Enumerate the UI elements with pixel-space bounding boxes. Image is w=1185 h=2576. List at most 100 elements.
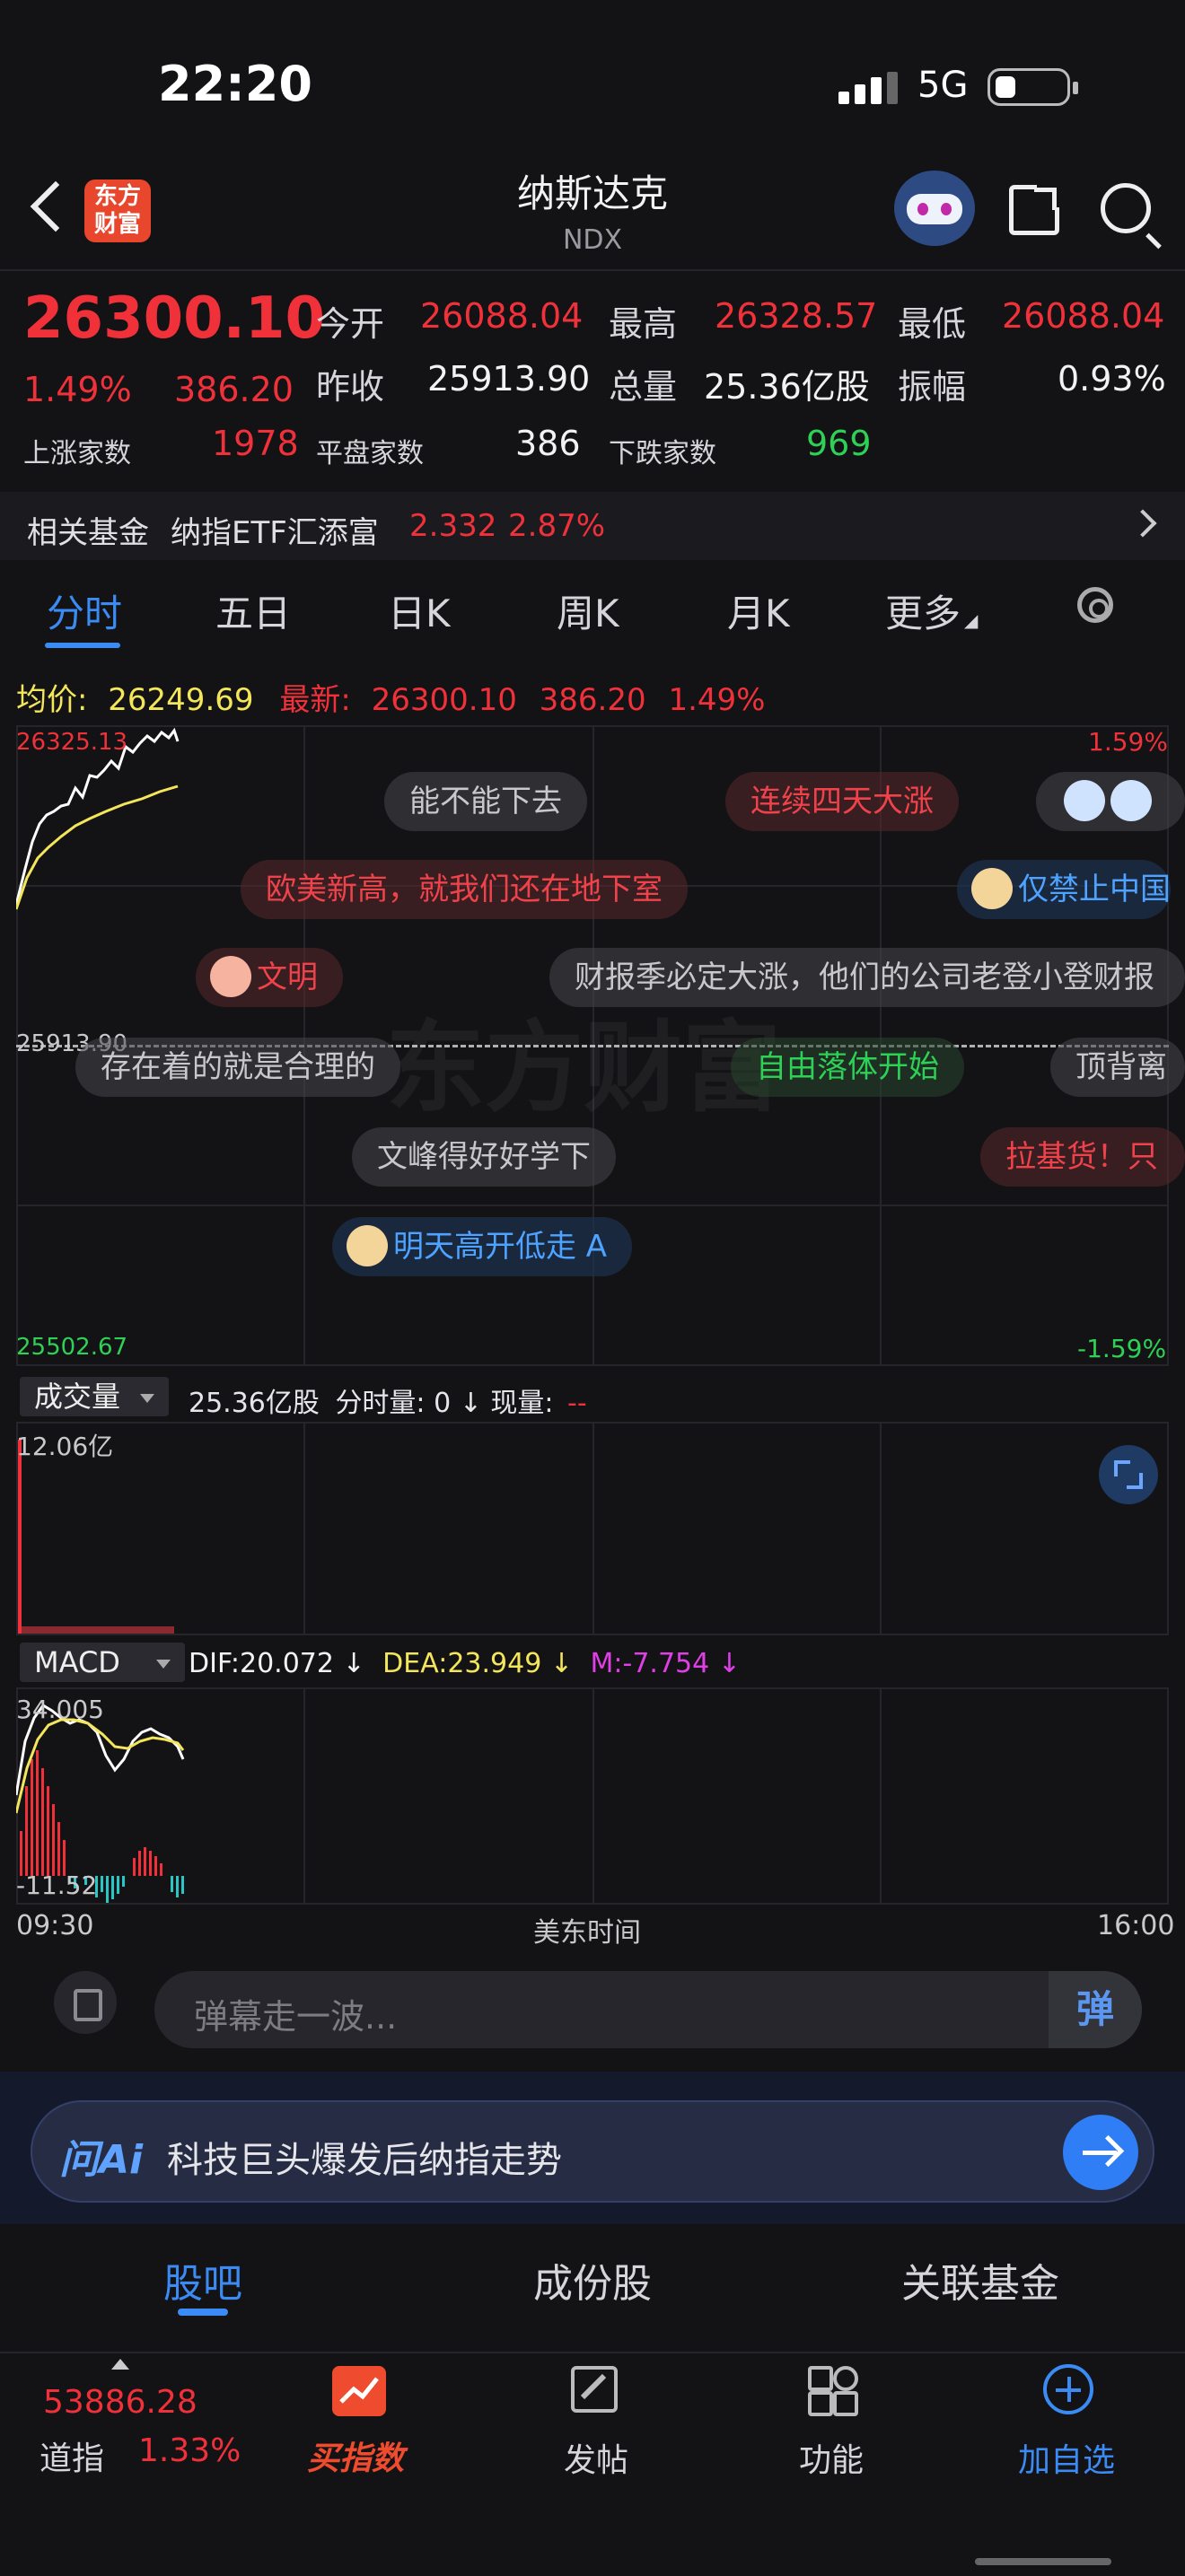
avg-price-value: 26249.69	[108, 682, 254, 718]
dow-label[interactable]: 道指	[40, 2432, 104, 2479]
add-watchlist-label[interactable]: 加自选	[1018, 2434, 1115, 2481]
down-count-label: 下跌家数	[609, 438, 716, 469]
danmaku-item[interactable]: 存在着的就是合理的	[75, 1038, 400, 1097]
volume-label: 总量	[609, 367, 678, 407]
index-code: NDX	[562, 224, 623, 256]
post-label[interactable]: 发帖	[564, 2434, 628, 2481]
latest-change: 386.20	[539, 682, 646, 718]
danmu-settings-icon[interactable]	[54, 1971, 117, 2034]
tab-monthly-k[interactable]: 月K	[727, 583, 790, 638]
danmaku-item[interactable]: 仅禁止中国	[957, 860, 1171, 919]
up-count: 1978	[212, 424, 299, 463]
related-fund-label: 相关基金	[27, 515, 149, 551]
subtab-related-funds[interactable]: 关联基金	[901, 2251, 1059, 2309]
header-divider	[0, 269, 1185, 271]
danmaku-item[interactable]: 明天高开低走 A	[332, 1217, 633, 1276]
danmu-input[interactable]: 弹幕走一波...	[154, 1971, 1142, 2048]
flat-count: 386	[515, 424, 581, 463]
up-count-label: 上涨家数	[23, 438, 131, 469]
indicator-select-macd[interactable]: MACD	[20, 1643, 185, 1682]
latest-label: 最新:	[279, 682, 351, 718]
macd-dif: DIF:20.072	[189, 1648, 334, 1679]
prev-close-label: 昨收	[316, 367, 385, 407]
danmaku-item[interactable]: 欧美新高，就我们还在地下室	[241, 860, 688, 919]
volume-y-max: 12.06亿	[16, 1432, 114, 1461]
macd-chart[interactable]	[16, 1687, 1169, 1905]
low-value: 26088.04	[1002, 296, 1165, 336]
battery-icon	[988, 68, 1078, 106]
volume-chart[interactable]	[16, 1422, 1169, 1635]
time-end: 16:00	[1097, 1910, 1175, 1941]
gear-icon[interactable]	[1077, 587, 1113, 623]
danmaku-item[interactable]: 连续四天大涨	[725, 772, 959, 831]
tab-five-day[interactable]: 五日	[215, 583, 291, 638]
grid-apps-icon[interactable]	[808, 2366, 858, 2416]
plus-circle-icon[interactable]	[1043, 2364, 1093, 2414]
subtab-constituents[interactable]: 成份股	[533, 2251, 652, 2309]
expand-icon[interactable]	[1099, 1445, 1158, 1504]
related-fund-change: 2.87%	[508, 508, 606, 544]
ai-logo: 问Ai	[59, 2137, 144, 2183]
dow-percent: 1.33%	[138, 2432, 241, 2469]
danmaku-item[interactable]: 自由落体开始	[731, 1038, 964, 1097]
danmaku-item[interactable]: 文明	[196, 948, 343, 1007]
danmaku-item[interactable]: 顶背离	[1050, 1038, 1185, 1097]
related-fund-price: 2.332	[409, 508, 497, 544]
low-label: 最低	[898, 304, 967, 344]
indicator-select-volume[interactable]: 成交量	[20, 1377, 170, 1416]
dow-value[interactable]: 53886.28	[43, 2384, 198, 2421]
danmaku-item[interactable]: 文峰得好好学下	[352, 1127, 616, 1187]
trend-chart-icon[interactable]	[332, 2366, 386, 2416]
y-min-label: 25502.67	[16, 1334, 128, 1361]
macd-y-min: -11.52	[16, 1871, 98, 1900]
share-icon[interactable]	[1009, 180, 1064, 235]
signal-icon	[838, 72, 901, 108]
tab-weekly-k[interactable]: 周K	[557, 583, 619, 638]
pct-max-label: 1.59%	[1088, 727, 1168, 757]
danmaku-item[interactable]: 拉基货！只	[980, 1127, 1185, 1187]
current-volume-label: 现量:	[490, 1388, 554, 1419]
macd-y-max: 34.005	[16, 1695, 104, 1724]
danmaku-emoji-item[interactable]	[1036, 772, 1185, 831]
avatar	[971, 867, 1013, 909]
minute-volume: 分时量: 0	[335, 1388, 452, 1419]
status-time: 22:20	[158, 56, 312, 112]
network-label: 5G	[917, 65, 969, 106]
danmaku-item[interactable]: 能不能下去	[384, 772, 587, 831]
subtab-underline	[178, 2309, 228, 2316]
edit-icon[interactable]	[571, 2366, 618, 2413]
danmu-toggle-button[interactable]: 弹	[1049, 1971, 1142, 2048]
related-fund-name[interactable]: 纳指ETF汇添富	[171, 508, 379, 552]
change-value: 386.20	[174, 370, 294, 409]
high-value: 26328.57	[715, 296, 878, 336]
robot-assistant-icon[interactable]	[894, 171, 975, 246]
down-count: 969	[806, 424, 872, 463]
change-percent: 1.49%	[23, 370, 132, 409]
high-label: 最高	[609, 304, 678, 344]
tab-intraday[interactable]: 分时	[47, 583, 122, 638]
ai-prompt[interactable]: 科技巨头爆发后纳指走势	[167, 2131, 562, 2183]
tab-underline	[45, 643, 120, 648]
time-zone-label: 美东时间	[533, 1917, 641, 1949]
tab-more[interactable]: 更多 ◢	[885, 583, 978, 638]
danmaku-item[interactable]: 财报季必定大涨，他们的公司老登小登财报	[549, 948, 1185, 1007]
open-value: 26088.04	[420, 296, 584, 336]
arrow-right-icon[interactable]	[1063, 2115, 1138, 2190]
function-label[interactable]: 功能	[799, 2434, 864, 2481]
volume-total: 25.36亿股	[189, 1388, 320, 1419]
subtab-guba[interactable]: 股吧	[163, 2251, 242, 2309]
latest-percent: 1.49%	[668, 682, 766, 718]
latest-value: 26300.10	[371, 682, 517, 718]
avatar	[210, 955, 251, 997]
watermark: 东方财富	[386, 1011, 781, 1126]
tab-daily-k[interactable]: 日K	[388, 583, 451, 638]
y-max-label: 26325.13	[16, 729, 128, 756]
amplitude-value: 0.93%	[1058, 359, 1166, 399]
avatar	[347, 1224, 388, 1266]
macd-dea: DEA:23.949	[382, 1648, 542, 1679]
search-icon[interactable]	[1101, 183, 1151, 233]
buy-index-label[interactable]: 买指数	[307, 2432, 404, 2479]
flat-count-label: 平盘家数	[316, 438, 424, 469]
avg-price-label: 均价:	[16, 682, 88, 718]
amplitude-label: 振幅	[898, 367, 967, 407]
